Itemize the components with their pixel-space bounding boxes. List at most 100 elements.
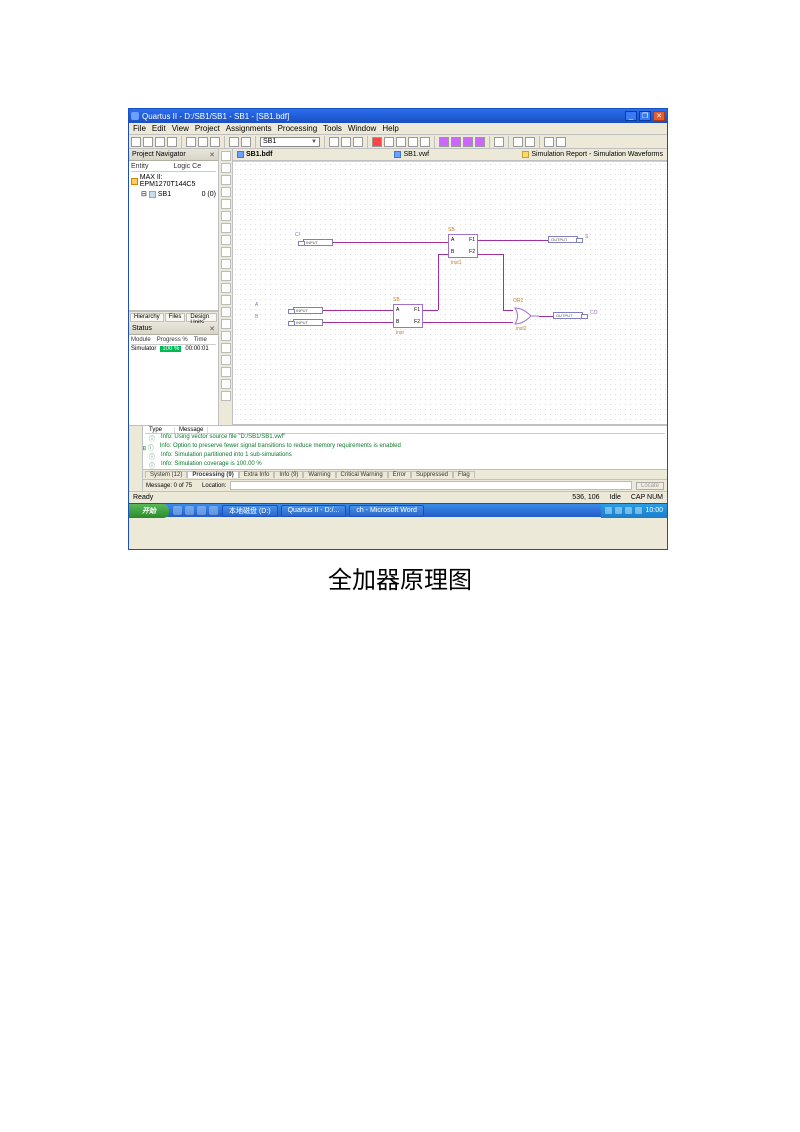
menu-window[interactable]: Window bbox=[348, 124, 376, 133]
schematic-canvas[interactable]: CI INPUT SB A B F1 F2 inst1 A INPUT B IN… bbox=[233, 161, 667, 425]
status-row[interactable]: Simulator 100 % 00:00:01 bbox=[131, 345, 216, 352]
assignment-icon[interactable] bbox=[341, 137, 351, 147]
co-output-pin[interactable]: OUTPUT bbox=[553, 312, 583, 319]
print-icon[interactable] bbox=[167, 137, 177, 147]
chip-planner-icon[interactable] bbox=[513, 137, 523, 147]
rotate-icon[interactable] bbox=[221, 343, 231, 353]
tray-icon[interactable] bbox=[605, 507, 612, 514]
message-row[interactable]: ⓘInfo: Simulation partitioned into 1 sub… bbox=[145, 452, 665, 461]
tab-system[interactable]: System (12) bbox=[145, 471, 187, 478]
tray-icon[interactable] bbox=[635, 507, 642, 514]
compile-report-icon[interactable] bbox=[451, 137, 461, 147]
compile-start-icon[interactable] bbox=[439, 137, 449, 147]
panel-close-icon[interactable]: ✕ bbox=[209, 325, 215, 333]
diagonal-node-icon[interactable] bbox=[221, 223, 231, 233]
menu-file[interactable]: File bbox=[133, 124, 146, 133]
diagonal-bus-icon[interactable] bbox=[221, 235, 231, 245]
text-icon[interactable] bbox=[221, 163, 231, 173]
tab-warning[interactable]: Warning bbox=[303, 471, 335, 478]
paste-icon[interactable] bbox=[210, 137, 220, 147]
redo-icon[interactable] bbox=[241, 137, 251, 147]
pin-icon[interactable] bbox=[353, 137, 363, 147]
taskbar-item[interactable]: 本地磁盘 (D:) bbox=[222, 505, 278, 517]
quicklaunch-icon[interactable] bbox=[209, 506, 218, 515]
block2-symbol[interactable]: A B F1 F2 bbox=[448, 234, 478, 258]
compile-icon[interactable] bbox=[384, 137, 394, 147]
tab-sim-report[interactable]: Simulation Report - Simulation Waveforms bbox=[522, 151, 663, 158]
tab-error[interactable]: Error bbox=[388, 471, 411, 478]
resource-icon[interactable] bbox=[525, 137, 535, 147]
menu-project[interactable]: Project bbox=[195, 124, 220, 133]
block1-symbol[interactable]: A B F1 F2 bbox=[393, 304, 423, 328]
line-icon[interactable] bbox=[221, 379, 231, 389]
message-row[interactable]: ⊞ ⓘInfo: Option to preserve fewer signal… bbox=[145, 443, 665, 452]
save-icon[interactable] bbox=[155, 137, 165, 147]
symbol-icon[interactable] bbox=[221, 175, 231, 185]
pointer-icon[interactable] bbox=[221, 151, 231, 161]
tab-vwf[interactable]: SB1.vwf bbox=[394, 151, 429, 158]
close-button[interactable]: ✕ bbox=[653, 111, 665, 121]
tab-flag[interactable]: Flag bbox=[453, 471, 475, 478]
entity-row[interactable]: ⊟ SB1 0 (0) bbox=[131, 189, 216, 199]
tab-suppressed[interactable]: Suppressed bbox=[411, 471, 453, 478]
device-row[interactable]: MAX II: EPM1270T144C5 bbox=[131, 173, 216, 189]
oval-icon[interactable] bbox=[221, 367, 231, 377]
arc-icon[interactable] bbox=[221, 247, 231, 257]
sim-start-icon[interactable] bbox=[463, 137, 473, 147]
tab-design-units[interactable]: Design Units bbox=[186, 313, 217, 322]
message-row[interactable]: ⓘInfo: Using vector source file "D:/SB1/… bbox=[145, 434, 665, 443]
taskbar-item[interactable]: Quartus II - D:/... bbox=[281, 505, 347, 517]
tab-bdf[interactable]: SB1.bdf bbox=[237, 151, 272, 158]
menu-edit[interactable]: Edit bbox=[152, 124, 166, 133]
quicklaunch-icon[interactable] bbox=[173, 506, 182, 515]
start-button[interactable]: 开始 bbox=[129, 504, 169, 518]
minimize-button[interactable]: _ bbox=[625, 111, 637, 121]
flip-v-icon[interactable] bbox=[221, 331, 231, 341]
menu-assignments[interactable]: Assignments bbox=[226, 124, 272, 133]
maximize-button[interactable]: ❐ bbox=[639, 111, 651, 121]
help-icon[interactable] bbox=[544, 137, 554, 147]
quicklaunch-icon[interactable] bbox=[185, 506, 194, 515]
orthogonal-bus-icon[interactable] bbox=[221, 211, 231, 221]
tab-extra-info[interactable]: Extra Info bbox=[239, 471, 275, 478]
clock[interactable]: 10:00 bbox=[645, 507, 663, 514]
find-icon[interactable] bbox=[221, 307, 231, 317]
new-icon[interactable] bbox=[131, 137, 141, 147]
stop-icon[interactable] bbox=[372, 137, 382, 147]
programmer-icon[interactable] bbox=[494, 137, 504, 147]
tray-icon[interactable] bbox=[625, 507, 632, 514]
copy-icon[interactable] bbox=[198, 137, 208, 147]
or-gate-symbol[interactable] bbox=[513, 307, 539, 327]
open-icon[interactable] bbox=[143, 137, 153, 147]
rect-icon[interactable] bbox=[221, 355, 231, 365]
cut-icon[interactable] bbox=[186, 137, 196, 147]
undo-icon[interactable] bbox=[229, 137, 239, 147]
tab-processing[interactable]: Processing (9) bbox=[187, 471, 238, 478]
quicklaunch-icon[interactable] bbox=[197, 506, 206, 515]
tab-critical-warning[interactable]: Critical Warning bbox=[336, 471, 388, 478]
menu-processing[interactable]: Processing bbox=[278, 124, 318, 133]
flip-h-icon[interactable] bbox=[221, 319, 231, 329]
tray-icon[interactable] bbox=[615, 507, 622, 514]
entity-combo[interactable]: SB1▼ bbox=[260, 137, 320, 147]
tab-info[interactable]: Info (9) bbox=[274, 471, 303, 478]
b-input-pin[interactable]: INPUT bbox=[293, 319, 323, 326]
a-input-pin[interactable]: INPUT bbox=[293, 307, 323, 314]
tab-files[interactable]: Files bbox=[165, 313, 186, 322]
taskbar-item[interactable]: ch - Microsoft Word bbox=[349, 505, 424, 517]
fullscreen-icon[interactable] bbox=[221, 295, 231, 305]
panel-close-icon[interactable]: ✕ bbox=[209, 151, 215, 159]
ci-input-pin[interactable]: INPUT bbox=[303, 239, 333, 246]
menu-help[interactable]: Help bbox=[382, 124, 398, 133]
timing-icon[interactable] bbox=[408, 137, 418, 147]
menu-tools[interactable]: Tools bbox=[323, 124, 342, 133]
sim-report-icon[interactable] bbox=[475, 137, 485, 147]
locate-button[interactable]: Locate bbox=[636, 482, 664, 490]
web-icon[interactable] bbox=[556, 137, 566, 147]
arc-tool-icon[interactable] bbox=[221, 391, 231, 401]
block-icon[interactable] bbox=[221, 187, 231, 197]
rubberband-icon[interactable] bbox=[221, 259, 231, 269]
partial-line-icon[interactable] bbox=[221, 271, 231, 281]
location-field[interactable] bbox=[230, 481, 632, 490]
simulate-icon[interactable] bbox=[420, 137, 430, 147]
